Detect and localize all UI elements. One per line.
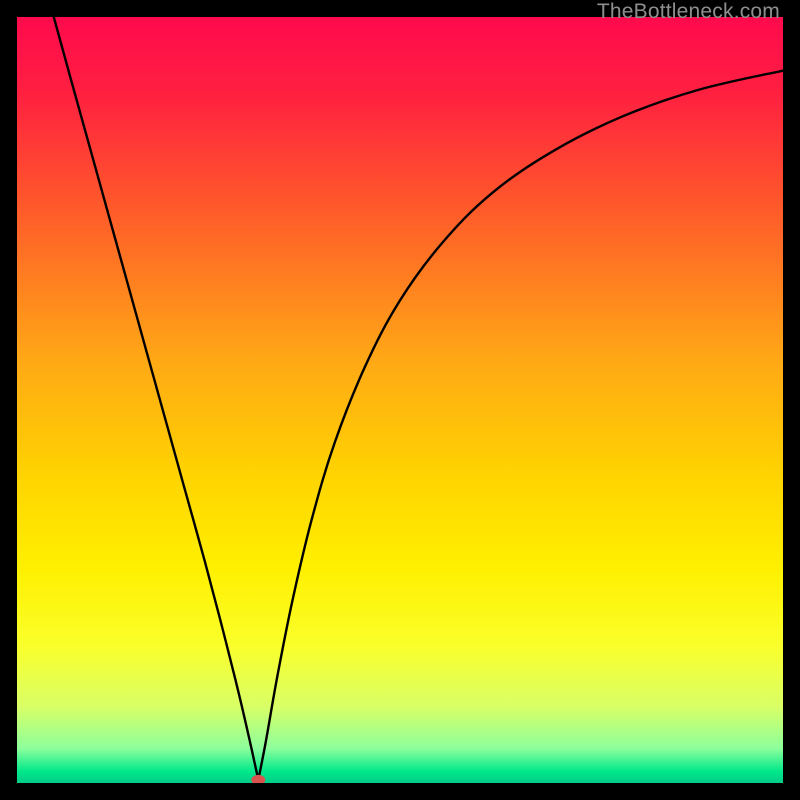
- chart-svg: [17, 17, 783, 783]
- chart-frame: [17, 17, 783, 783]
- watermark-text: TheBottleneck.com: [597, 0, 780, 24]
- chart-background: [17, 17, 783, 783]
